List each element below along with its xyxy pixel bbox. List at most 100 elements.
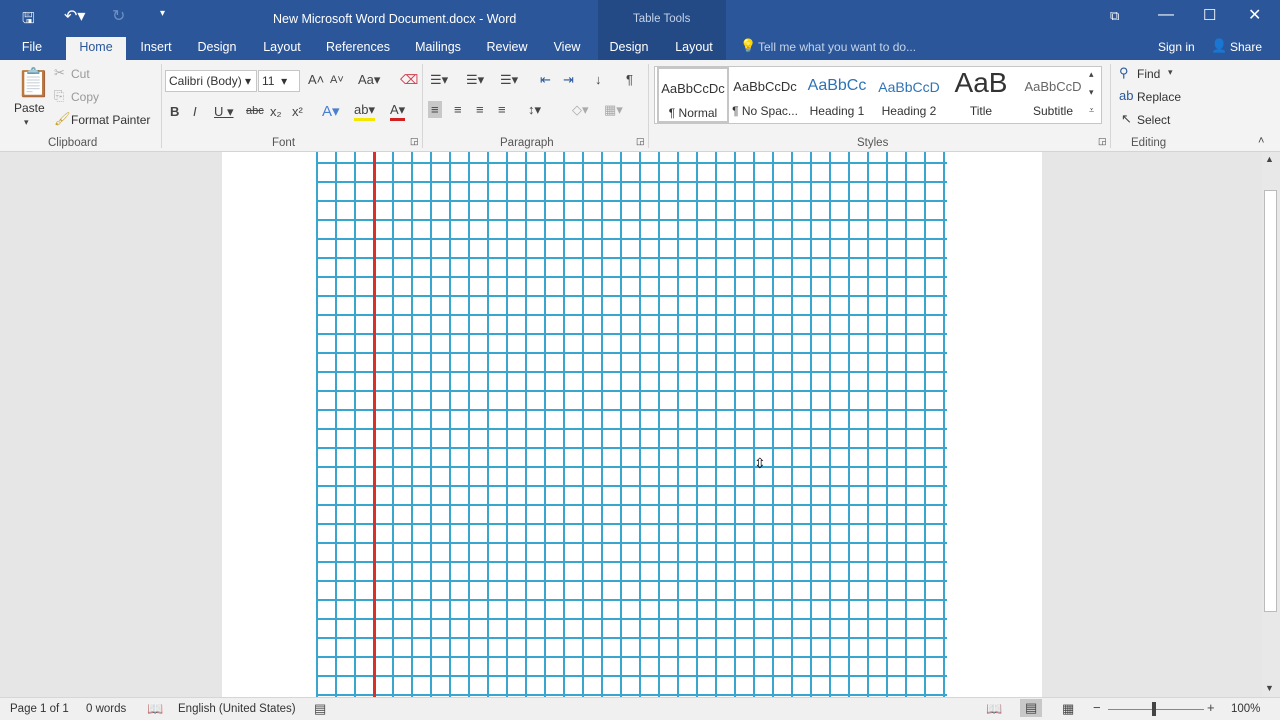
font-name-value: Calibri (Body) xyxy=(169,74,242,88)
tab-table-design[interactable]: Design xyxy=(604,37,654,60)
save-icon[interactable]: 🖫 xyxy=(22,8,35,33)
word-count[interactable]: 0 words xyxy=(86,703,126,715)
bullets-icon[interactable]: ☰▾ xyxy=(430,72,448,88)
paste-dropdown-icon[interactable]: ▾ xyxy=(24,117,29,128)
minimize-button[interactable]: — xyxy=(1158,6,1174,24)
tab-mailings[interactable]: Mailings xyxy=(410,37,466,60)
close-button[interactable]: ✕ xyxy=(1248,5,1261,25)
highlight-icon[interactable]: ab▾ xyxy=(354,102,375,121)
style-subtitle[interactable]: AaBbCcD Subtitle xyxy=(1017,67,1089,123)
collapse-ribbon-icon[interactable]: ˄ xyxy=(1258,135,1264,147)
format-painter-icon: 🖌 xyxy=(54,111,71,126)
styles-scroll-up-icon[interactable]: ▴ xyxy=(1089,69,1094,80)
bold-icon[interactable]: B xyxy=(170,104,179,119)
strikethrough-icon[interactable]: abc xyxy=(246,105,264,117)
lightbulb-icon: 💡 xyxy=(740,38,757,53)
multilevel-list-icon[interactable]: ☰▾ xyxy=(500,72,518,88)
sort-icon[interactable]: ↓ xyxy=(595,72,602,87)
line-spacing-icon[interactable]: ↕▾ xyxy=(528,102,541,118)
customize-qat-icon[interactable]: ▾ xyxy=(160,8,165,19)
decrease-indent-icon[interactable]: ⇤ xyxy=(540,72,551,88)
tab-references[interactable]: References xyxy=(324,37,392,60)
scroll-down-icon[interactable]: ▼ xyxy=(1265,683,1274,693)
numbering-icon[interactable]: ☰▾ xyxy=(466,72,484,88)
format-painter-button[interactable]: Format Painter xyxy=(71,113,150,127)
redo-icon[interactable]: ↻ xyxy=(112,6,125,26)
scrollbar-thumb[interactable] xyxy=(1264,190,1277,612)
style-preview: AaBbCcDc xyxy=(661,81,725,96)
align-left-icon[interactable]: ≡ xyxy=(428,101,442,118)
underline-icon[interactable]: U ▾ xyxy=(214,104,234,120)
paragraph-dialog-launcher-icon[interactable]: ◲ xyxy=(636,136,645,147)
language[interactable]: English (United States) xyxy=(178,703,296,715)
cut-button[interactable]: Cut xyxy=(71,67,90,81)
styles-scroll-down-icon[interactable]: ▾ xyxy=(1089,87,1094,98)
borders-icon[interactable]: ▦▾ xyxy=(604,102,623,118)
print-layout-icon[interactable]: ▤ xyxy=(1020,699,1043,717)
zoom-level[interactable]: 100% xyxy=(1231,703,1260,715)
ribbon-display-icon[interactable]: ⧉ xyxy=(1110,8,1119,24)
tab-review[interactable]: Review xyxy=(484,37,530,60)
zoom-slider[interactable] xyxy=(1108,709,1204,710)
increase-indent-icon[interactable]: ⇥ xyxy=(563,72,574,88)
italic-icon[interactable]: I xyxy=(193,104,197,119)
clear-formatting-icon[interactable]: ⌫ xyxy=(400,72,418,88)
tab-design[interactable]: Design xyxy=(192,37,242,60)
font-name-select[interactable]: Calibri (Body) ▾ xyxy=(165,70,257,92)
tell-me-input[interactable]: Tell me what you want to do... xyxy=(758,40,916,54)
macro-icon[interactable]: ▤ xyxy=(314,701,326,717)
read-mode-icon[interactable]: 📖 xyxy=(986,701,1002,717)
paste-button[interactable]: Paste xyxy=(14,101,45,115)
style-heading-2[interactable]: AaBbCcD Heading 2 xyxy=(873,67,945,123)
subscript-icon[interactable]: x₂ xyxy=(270,104,282,119)
style-no-spacing[interactable]: AaBbCcDc ¶ No Spac... xyxy=(729,67,801,123)
proofing-icon[interactable]: 📖 xyxy=(147,701,163,717)
tab-view[interactable]: View xyxy=(548,37,586,60)
tab-table-layout[interactable]: Layout xyxy=(670,37,718,60)
shading-icon[interactable]: ◇▾ xyxy=(572,102,589,118)
sign-in-link[interactable]: Sign in xyxy=(1158,40,1195,54)
align-right-icon[interactable]: ≡ xyxy=(476,102,484,117)
zoom-slider-thumb[interactable] xyxy=(1152,702,1156,716)
styles-dialog-launcher-icon[interactable]: ◲ xyxy=(1098,136,1107,147)
grow-font-icon[interactable]: A˄ xyxy=(308,72,324,87)
styles-more-icon[interactable]: ⩡ xyxy=(1089,105,1094,116)
paste-icon[interactable]: 📋 xyxy=(16,66,51,99)
find-button[interactable]: Find xyxy=(1137,67,1160,81)
find-dropdown-icon[interactable]: ▾ xyxy=(1168,67,1173,78)
align-center-icon[interactable]: ≡ xyxy=(454,102,462,117)
change-case-icon[interactable]: Aa▾ xyxy=(358,72,380,88)
font-size-select[interactable]: 11 ▾ xyxy=(258,70,300,92)
style-title[interactable]: AaB Title xyxy=(945,67,1017,123)
maximize-button[interactable]: ☐ xyxy=(1203,6,1216,24)
table-tools-label: Table Tools xyxy=(633,13,691,25)
zoom-out-button[interactable]: − xyxy=(1093,700,1101,715)
superscript-icon[interactable]: x² xyxy=(292,104,303,119)
replace-button[interactable]: Replace xyxy=(1137,90,1181,104)
shrink-font-icon[interactable]: A˅ xyxy=(330,74,344,86)
show-formatting-icon[interactable]: ¶ xyxy=(626,72,633,87)
share-button[interactable]: Share xyxy=(1230,40,1262,54)
style-name: ¶ No Spac... xyxy=(732,104,798,118)
tab-home[interactable]: Home xyxy=(66,37,126,60)
style-heading-1[interactable]: AaBbCc Heading 1 xyxy=(801,67,873,123)
copy-button[interactable]: Copy xyxy=(71,90,99,104)
scroll-up-icon[interactable]: ▲ xyxy=(1265,154,1274,164)
font-dialog-launcher-icon[interactable]: ◲ xyxy=(410,136,419,147)
style-normal[interactable]: AaBbCcDc ¶ Normal xyxy=(657,67,729,123)
web-layout-icon[interactable]: ▦ xyxy=(1062,701,1074,717)
zoom-in-button[interactable]: + xyxy=(1207,700,1215,715)
window-title: New Microsoft Word Document.docx - Word xyxy=(273,12,517,26)
font-color-icon[interactable]: A▾ xyxy=(390,102,406,121)
graph-paper-table[interactable] xyxy=(316,152,947,697)
tab-insert[interactable]: Insert xyxy=(136,37,176,60)
undo-icon[interactable]: ↶▾ xyxy=(64,6,85,26)
divider xyxy=(648,64,649,148)
select-button[interactable]: Select xyxy=(1137,113,1170,127)
text-effects-icon[interactable]: A▾ xyxy=(322,102,340,120)
page-count[interactable]: Page 1 of 1 xyxy=(10,703,69,715)
divider xyxy=(1110,64,1111,148)
tab-file[interactable]: File xyxy=(14,37,50,60)
justify-icon[interactable]: ≡ xyxy=(498,102,506,117)
tab-layout[interactable]: Layout xyxy=(258,37,306,60)
